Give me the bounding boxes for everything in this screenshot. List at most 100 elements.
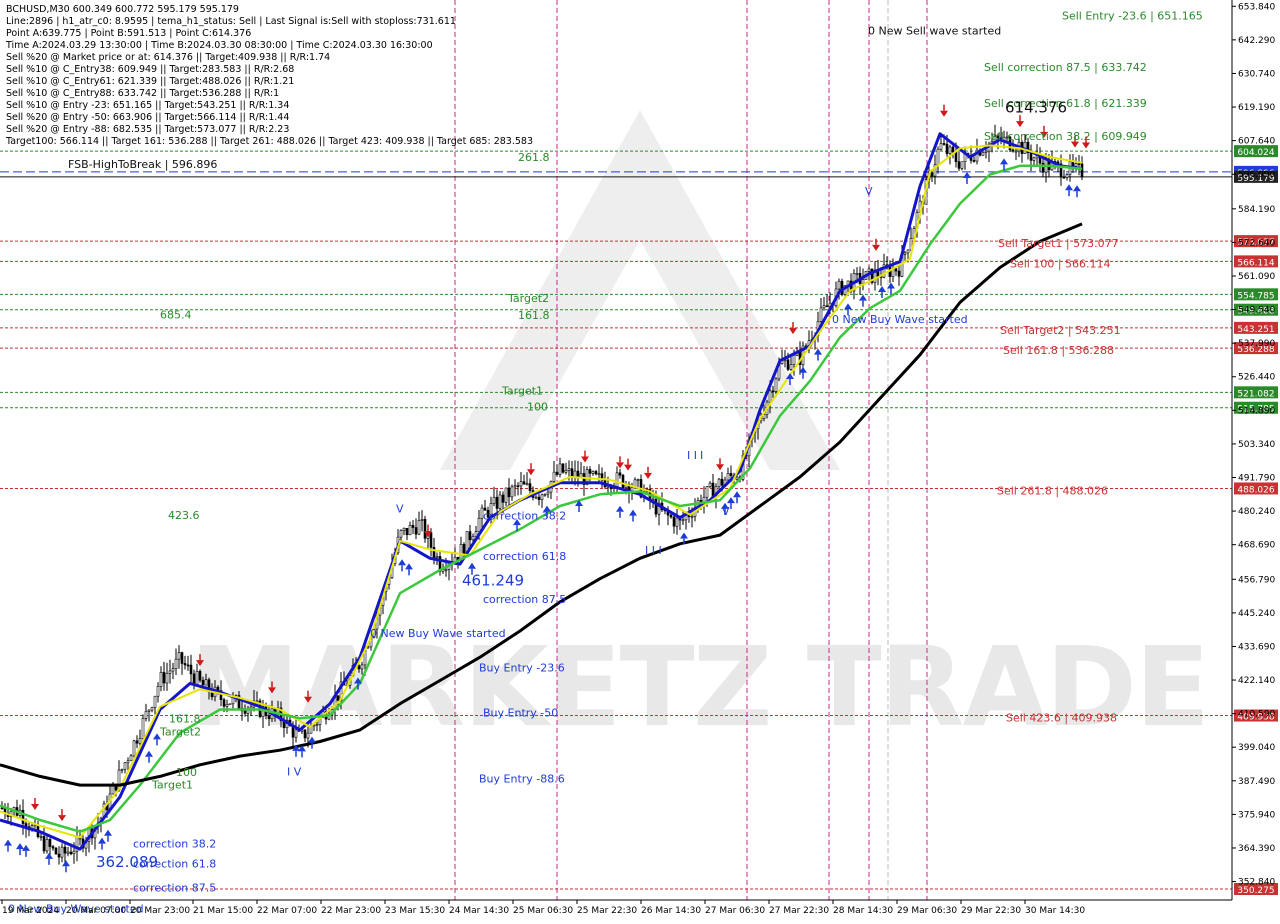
candle-body	[21, 809, 25, 824]
candle-body	[147, 709, 151, 712]
candle-body	[429, 532, 433, 548]
info-line: Line:2896 | h1_atr_c0: 8.9595 | tema_h1_…	[6, 16, 456, 27]
annotation-label: correction 87.5	[483, 593, 566, 606]
buy-arrow	[844, 303, 852, 310]
candle-body	[159, 672, 163, 687]
buy-arrow	[468, 562, 476, 569]
candle-body	[906, 249, 910, 254]
candle-body	[768, 390, 772, 403]
y-tick-label: 619.190	[1238, 103, 1275, 113]
candle-body	[774, 378, 778, 392]
annotation-label: Sell Entry -23.6 | 651.165	[1062, 9, 1203, 22]
buy-arrow	[963, 171, 971, 178]
candle-body	[132, 740, 136, 757]
info-line: Point A:639.775 | Point B:591.513 | Poin…	[6, 28, 252, 39]
candle-body	[1029, 152, 1033, 161]
candle-body	[51, 846, 55, 849]
buy-arrow	[629, 509, 637, 516]
buy-arrow	[16, 843, 24, 850]
candle-body	[1065, 174, 1069, 178]
candle-body	[567, 468, 571, 471]
candle-body	[192, 673, 196, 685]
candle-body	[294, 729, 298, 738]
candle-body	[63, 846, 67, 854]
candle-body	[558, 463, 562, 475]
candle-body	[471, 536, 475, 541]
y-tick-label: 596.090	[1238, 170, 1275, 180]
candle-body	[444, 569, 448, 571]
candle-body	[1080, 163, 1084, 178]
watermark-text: MARKETZ TRADE	[190, 623, 1208, 751]
candle-body	[867, 268, 871, 272]
x-tick-label: 20 Mar 23:00	[130, 906, 190, 916]
candle-body	[162, 672, 166, 684]
candle-body	[204, 679, 208, 686]
x-tick-label: 26 Mar 14:30	[641, 906, 701, 916]
sell-arrow	[31, 804, 39, 811]
y-tick-label: 584.190	[1238, 205, 1275, 215]
candle-body	[525, 483, 529, 485]
y-tick-label: 422.140	[1238, 676, 1275, 686]
wave-label: V	[396, 502, 404, 515]
candle-body	[399, 530, 403, 538]
buy-arrow	[104, 829, 112, 836]
price-level-label: 521.082	[1237, 389, 1274, 399]
annotation-label: Target1	[501, 385, 543, 398]
candle-body	[570, 468, 574, 478]
candle-body	[894, 268, 898, 272]
candle-body	[174, 658, 178, 669]
info-line: Sell %10 @ C_Entry38: 609.949 || Target:…	[6, 64, 295, 75]
candle-body	[414, 527, 418, 535]
candle-body	[546, 491, 550, 495]
candle-body	[930, 172, 934, 177]
annotation-label: Sell 100 | 566.114	[1010, 258, 1111, 271]
info-line: Time A:2024.03.29 13:30:00 | Time B:2024…	[6, 40, 433, 51]
candle-body	[855, 273, 859, 275]
candle-body	[225, 703, 229, 707]
candle-body	[540, 494, 544, 501]
candle-body	[960, 161, 964, 169]
annotation-label: 161.8	[169, 713, 201, 726]
annotation-label: Sell Target2 | 543.251	[1000, 324, 1121, 337]
candle-body	[153, 695, 157, 708]
annotation-label: Sell 423.6 | 409.938	[1006, 712, 1117, 725]
buy-arrow	[616, 505, 624, 512]
candle-body	[939, 143, 943, 150]
candle-body	[135, 740, 139, 744]
candle-body	[942, 143, 946, 145]
annotation-label: 0 New Sell wave started	[868, 24, 1001, 37]
annotation-label: Sell correction 38.2 | 609.949	[984, 130, 1147, 143]
y-tick-label: 399.040	[1238, 743, 1275, 753]
candle-body	[945, 143, 949, 154]
wave-label: V	[865, 185, 873, 198]
sell-arrow	[624, 464, 632, 471]
annotation-label: 461.249	[462, 572, 524, 590]
annotation-label: 423.6	[168, 509, 200, 522]
candle-body	[621, 474, 625, 488]
candle-body	[54, 847, 58, 855]
candle-body	[336, 695, 340, 701]
candle-body	[45, 838, 49, 852]
annotation-label: Sell correction 87.5 | 633.742	[984, 61, 1147, 74]
candle-body	[189, 664, 193, 675]
candle-body	[957, 161, 961, 169]
wave-label: I I	[687, 449, 697, 462]
candle-body	[222, 699, 226, 707]
candle-body	[690, 516, 694, 518]
candle-body	[408, 525, 412, 536]
sell-arrow	[789, 328, 797, 335]
candle-body	[669, 514, 673, 518]
x-tick-label: 30 Mar 14:30	[1025, 906, 1085, 916]
candle-body	[267, 715, 271, 720]
price-level-label: 604.024	[1237, 148, 1274, 158]
candle-body	[123, 762, 127, 770]
candle-body	[735, 476, 739, 480]
info-line: Sell %20 @ Entry -50: 663.906 || Target:…	[6, 112, 290, 123]
candle-body	[981, 152, 985, 156]
y-tick-label: 526.440	[1238, 373, 1275, 383]
x-tick-label: 24 Mar 14:30	[449, 906, 509, 916]
candle-body	[1014, 150, 1018, 153]
y-tick-label: 364.390	[1238, 844, 1275, 854]
candle-body	[819, 307, 823, 322]
price-level-label: 554.785	[1237, 291, 1274, 301]
